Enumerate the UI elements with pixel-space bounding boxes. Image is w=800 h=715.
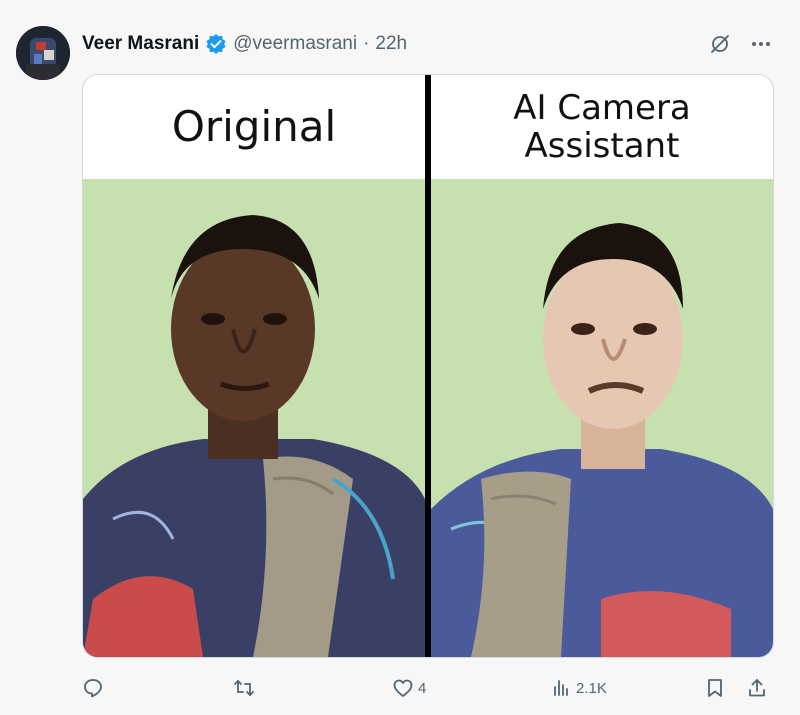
views-icon: [554, 680, 568, 696]
repost-button[interactable]: [232, 672, 256, 704]
timestamp[interactable]: 22h: [375, 33, 407, 55]
action-bar: 4 2.1K: [82, 672, 772, 704]
more-icon[interactable]: [750, 33, 772, 55]
like-button[interactable]: 4: [392, 672, 426, 704]
caption-area-right: AI Camera Assistant: [431, 75, 773, 179]
header-actions: [708, 30, 772, 58]
heart-icon: [393, 679, 413, 697]
like-count: 4: [418, 679, 427, 697]
tweet-header: Veer Masrani @veermasrani · 22h: [82, 30, 407, 58]
author-name[interactable]: Veer Masrani: [82, 33, 199, 55]
caption-line-1: AI Camera: [513, 87, 691, 128]
verified-badge-icon: [205, 33, 227, 55]
share-icon: [749, 679, 765, 697]
bookmark-button[interactable]: [704, 672, 726, 704]
bookmark-icon: [708, 679, 722, 697]
photo-original: [83, 179, 425, 657]
caption-line-2: Assistant: [524, 126, 680, 166]
author-handle[interactable]: @veermasrani: [233, 33, 357, 55]
share-button[interactable]: [746, 672, 768, 704]
photo-ai-camera: [431, 179, 773, 657]
reply-icon: [84, 679, 102, 698]
separator-dot: ·: [363, 33, 370, 54]
grok-icon[interactable]: [708, 32, 732, 56]
caption-ai-camera: AI Camera Assistant: [513, 89, 691, 165]
media-panel-original: Original: [83, 75, 425, 657]
avatar-image: [16, 26, 70, 80]
reply-button[interactable]: [82, 672, 104, 704]
repost-icon: [234, 680, 254, 696]
media-panel-ai-camera: AI Camera Assistant: [431, 75, 773, 657]
caption-original: Original: [171, 102, 337, 152]
caption-area-left: Original: [83, 75, 425, 179]
view-count: 2.1K: [576, 679, 607, 697]
tweet: Veer Masrani @veermasrani · 22h Original…: [0, 0, 800, 715]
avatar[interactable]: [16, 26, 70, 80]
tweet-media[interactable]: Original AI Camera Assistant: [82, 74, 774, 658]
views-button[interactable]: 2.1K: [550, 672, 607, 704]
